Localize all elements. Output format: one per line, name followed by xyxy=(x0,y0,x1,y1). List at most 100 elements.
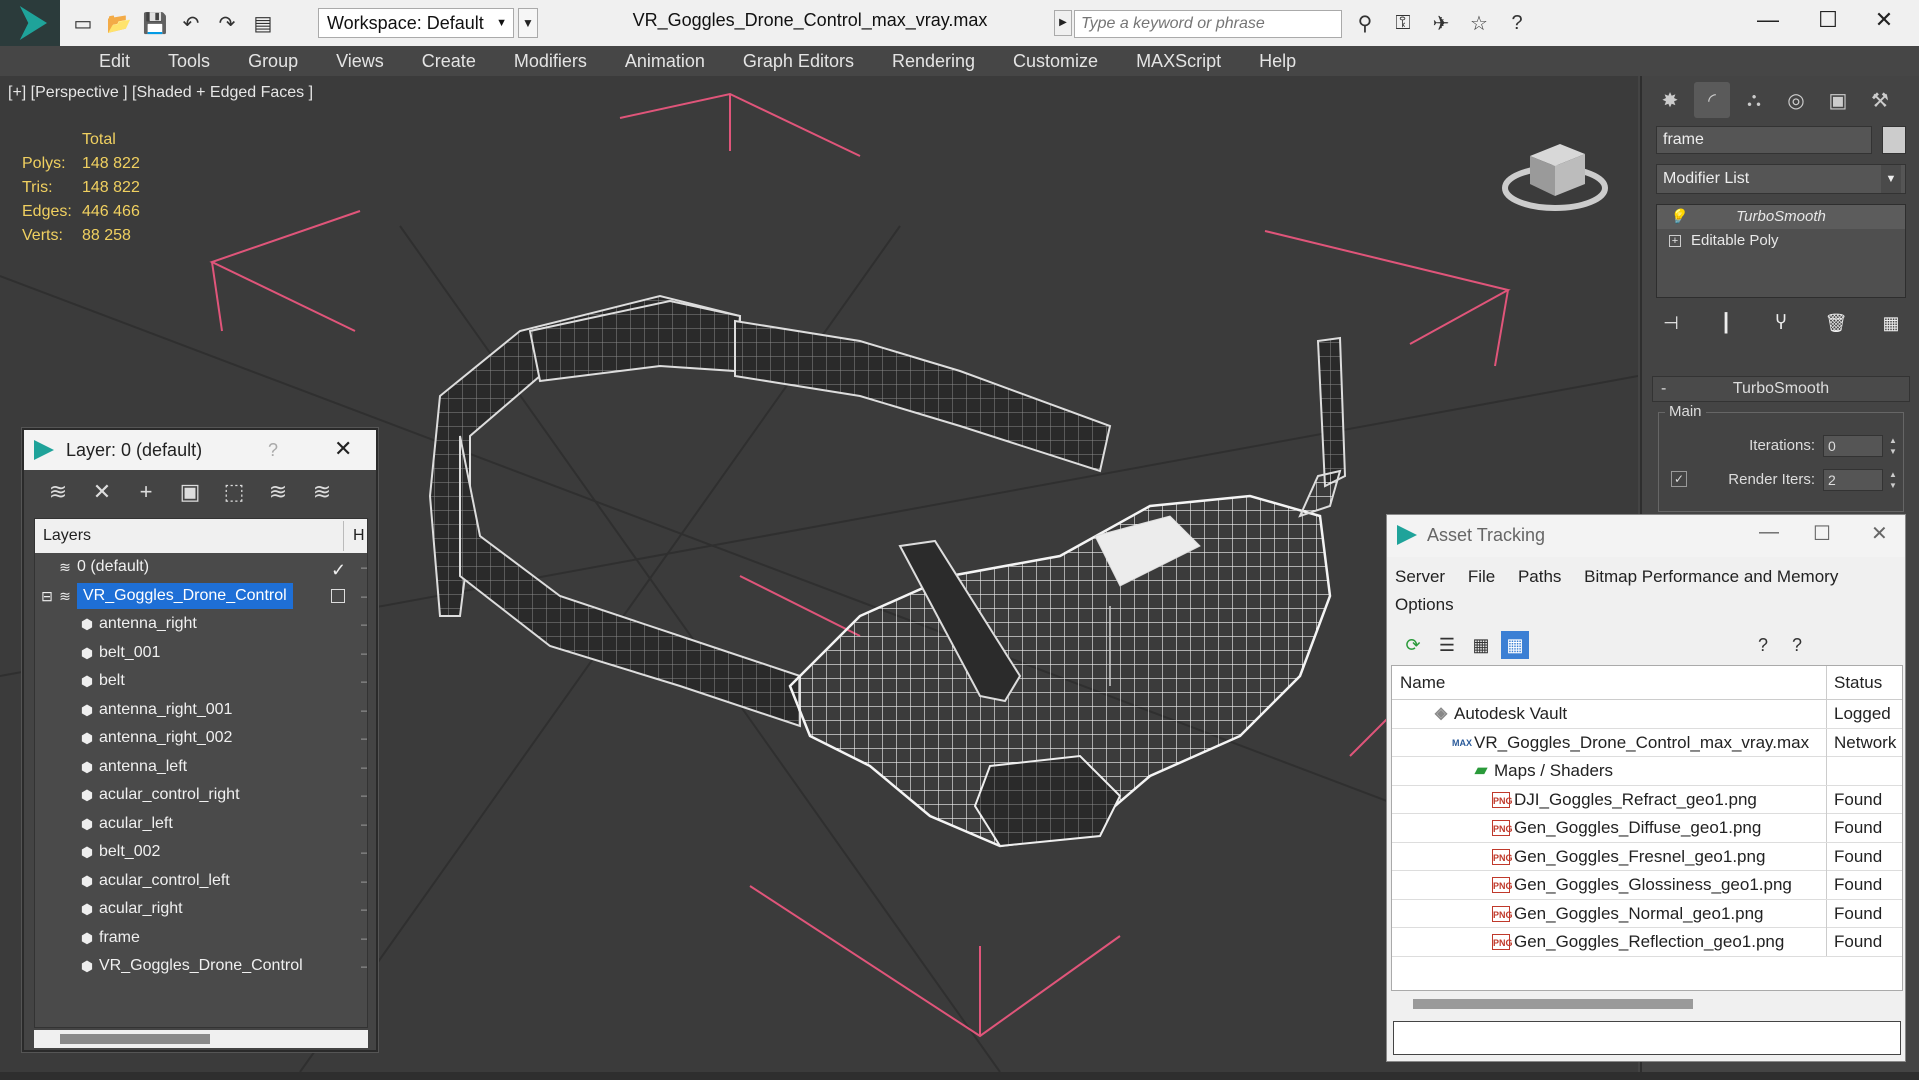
layer-row[interactable]: ≋ ⊟ VR_Goggles_Drone_Control – xyxy=(35,582,367,611)
close-icon[interactable]: ✕ xyxy=(334,436,352,462)
expand-icon[interactable]: + xyxy=(1669,235,1681,247)
iterations-input[interactable]: 0 xyxy=(1823,435,1883,457)
hide-toggle[interactable]: – xyxy=(361,667,367,695)
help-question-icon[interactable]: ? xyxy=(1749,631,1777,659)
set-current-layer-box[interactable] xyxy=(331,588,345,603)
remove-modifier-icon[interactable]: 🗑 xyxy=(1821,308,1851,338)
motion-tab-icon[interactable]: ◎ xyxy=(1778,82,1814,118)
asset-menu-file[interactable]: File xyxy=(1468,567,1495,586)
collapse-icon[interactable]: ⊟ xyxy=(39,588,55,604)
asset-menu-bitmap[interactable]: Bitmap Performance and Memory xyxy=(1584,567,1838,586)
asset-row[interactable]: ◈ Autodesk Vault Logged xyxy=(1392,700,1902,729)
menu-edit[interactable]: Edit xyxy=(80,46,149,76)
column-header-hide[interactable]: H xyxy=(353,519,365,553)
highlight-selected-layer-icon[interactable]: ≋ xyxy=(262,476,294,508)
asset-dialog-titlebar[interactable]: Asset Tracking — ☐ ✕ xyxy=(1387,515,1905,557)
hide-toggle[interactable]: – xyxy=(361,952,367,980)
layer-row[interactable]: ⬢ acular_left – xyxy=(35,810,367,839)
column-header-name[interactable]: Name xyxy=(1400,666,1445,700)
stack-item-editable-poly[interactable]: + Editable Poly xyxy=(1657,229,1905,253)
viewport-label[interactable]: [+] [Perspective ] [Shaded + Edged Faces… xyxy=(8,84,313,102)
hide-toggle[interactable]: – xyxy=(361,895,367,923)
layer-row[interactable]: ⬢ antenna_left – xyxy=(35,753,367,782)
search-expand-button[interactable]: ▶ xyxy=(1054,10,1072,36)
layer-row[interactable]: ⬢ acular_control_right – xyxy=(35,781,367,810)
menu-graph-editors[interactable]: Graph Editors xyxy=(724,46,873,76)
select-layer-objects-icon[interactable]: ⬚ xyxy=(218,476,250,508)
layer-row[interactable]: ⬢ belt – xyxy=(35,667,367,696)
redo-icon[interactable]: ↷ xyxy=(212,8,242,38)
menu-maxscript[interactable]: MAXScript xyxy=(1117,46,1240,76)
hide-toggle[interactable]: – xyxy=(361,582,367,610)
delete-layer-icon[interactable]: ✕ xyxy=(86,476,118,508)
help-icon[interactable]: ? xyxy=(1502,8,1532,38)
refresh-icon[interactable]: ⟳ xyxy=(1399,631,1427,659)
object-color-swatch[interactable] xyxy=(1882,126,1906,154)
open-file-icon[interactable]: 📂 xyxy=(104,8,134,38)
create-tab-icon[interactable]: ✸ xyxy=(1652,82,1688,118)
maximize-icon[interactable]: ☐ xyxy=(1813,521,1831,546)
object-name-field[interactable]: frame xyxy=(1656,126,1872,154)
favorites-star-icon[interactable]: ☆ xyxy=(1464,8,1494,38)
menu-views[interactable]: Views xyxy=(317,46,403,76)
undo-icon[interactable]: ↶ xyxy=(176,8,206,38)
asset-row[interactable]: PNG Gen_Goggles_Fresnel_geo1.png Found xyxy=(1392,842,1902,871)
app-menu-button[interactable] xyxy=(0,0,60,46)
asset-row[interactable]: PNG Gen_Goggles_Normal_geo1.png Found xyxy=(1392,899,1902,928)
hide-toggle[interactable]: – xyxy=(361,781,367,809)
hierarchy-tab-icon[interactable]: ⛬ xyxy=(1736,82,1772,118)
menu-animation[interactable]: Animation xyxy=(606,46,724,76)
display-tab-icon[interactable]: ▣ xyxy=(1820,82,1856,118)
close-icon[interactable]: ✕ xyxy=(1871,521,1888,546)
list-view-icon[interactable]: ☰ xyxy=(1433,631,1461,659)
table-view-icon[interactable]: ▦ xyxy=(1501,631,1529,659)
make-unique-icon[interactable]: Ⴤ xyxy=(1766,308,1796,338)
stack-item-turbosmooth[interactable]: 💡 TurboSmooth xyxy=(1657,205,1905,229)
hide-toggle[interactable]: – xyxy=(361,553,367,581)
asset-menu-paths[interactable]: Paths xyxy=(1518,567,1561,586)
configure-sets-icon[interactable]: ▦ xyxy=(1876,308,1906,338)
hide-toggle[interactable]: – xyxy=(361,810,367,838)
scrollbar-thumb[interactable] xyxy=(60,1034,210,1044)
layer-row[interactable]: ⬢ belt_002 – xyxy=(35,838,367,867)
spinner-icon[interactable]: ▲ ▼ xyxy=(1887,435,1899,457)
help-button[interactable]: ? xyxy=(268,440,278,461)
hide-layers-icon[interactable]: ≋ xyxy=(306,476,338,508)
pin-stack-icon[interactable]: ⊣ xyxy=(1656,308,1686,338)
scrollbar-thumb[interactable] xyxy=(1413,999,1693,1009)
layer-dialog-titlebar[interactable]: Layer: 0 (default) ? ✕ xyxy=(24,430,376,470)
menu-customize[interactable]: Customize xyxy=(994,46,1117,76)
asset-row[interactable]: ▰ Maps / Shaders xyxy=(1392,757,1902,786)
lightbulb-icon[interactable]: 💡 xyxy=(1669,209,1686,223)
column-header-layers[interactable]: Layers xyxy=(43,519,91,553)
menu-modifiers[interactable]: Modifiers xyxy=(495,46,606,76)
layer-row[interactable]: ⬢ antenna_right – xyxy=(35,610,367,639)
rollout-header[interactable]: - TurboSmooth xyxy=(1652,376,1910,402)
menu-rendering[interactable]: Rendering xyxy=(873,46,994,76)
asset-menu-server[interactable]: Server xyxy=(1395,567,1445,586)
column-header-status[interactable]: Status xyxy=(1834,666,1882,700)
layer-row[interactable]: ≋ 0 (default) ✓ – xyxy=(35,553,367,582)
maximize-button[interactable]: ☐ xyxy=(1798,0,1858,40)
utilities-tab-icon[interactable]: ⚒ xyxy=(1862,82,1898,118)
hide-toggle[interactable]: – xyxy=(361,724,367,752)
workspace-options-button[interactable]: ▼ xyxy=(518,8,538,38)
key-icon[interactable]: ⚿ xyxy=(1388,8,1418,38)
layer-row[interactable]: ⬢ acular_right – xyxy=(35,895,367,924)
minimize-icon[interactable]: — xyxy=(1759,521,1779,544)
hide-toggle[interactable]: – xyxy=(361,639,367,667)
add-layer-icon[interactable]: + xyxy=(130,476,162,508)
current-layer-check-icon[interactable]: ✓ xyxy=(331,556,346,584)
thumbnail-view-icon[interactable]: ▦ xyxy=(1467,631,1495,659)
hide-toggle[interactable]: – xyxy=(361,696,367,724)
new-file-icon[interactable]: ▭ xyxy=(68,8,98,38)
spinner-icon[interactable]: ▲ ▼ xyxy=(1887,469,1899,491)
menu-create[interactable]: Create xyxy=(403,46,495,76)
layer-row[interactable]: ⬢ antenna_right_001 – xyxy=(35,696,367,725)
layer-row[interactable]: ⬢ acular_control_left – xyxy=(35,867,367,896)
menu-group[interactable]: Group xyxy=(229,46,317,76)
viewcube-icon[interactable] xyxy=(1500,126,1610,216)
asset-row[interactable]: PNG Gen_Goggles_Diffuse_geo1.png Found xyxy=(1392,814,1902,843)
asset-row[interactable]: PNG DJI_Goggles_Refract_geo1.png Found xyxy=(1392,785,1902,814)
render-iters-input[interactable]: 2 xyxy=(1823,469,1883,491)
